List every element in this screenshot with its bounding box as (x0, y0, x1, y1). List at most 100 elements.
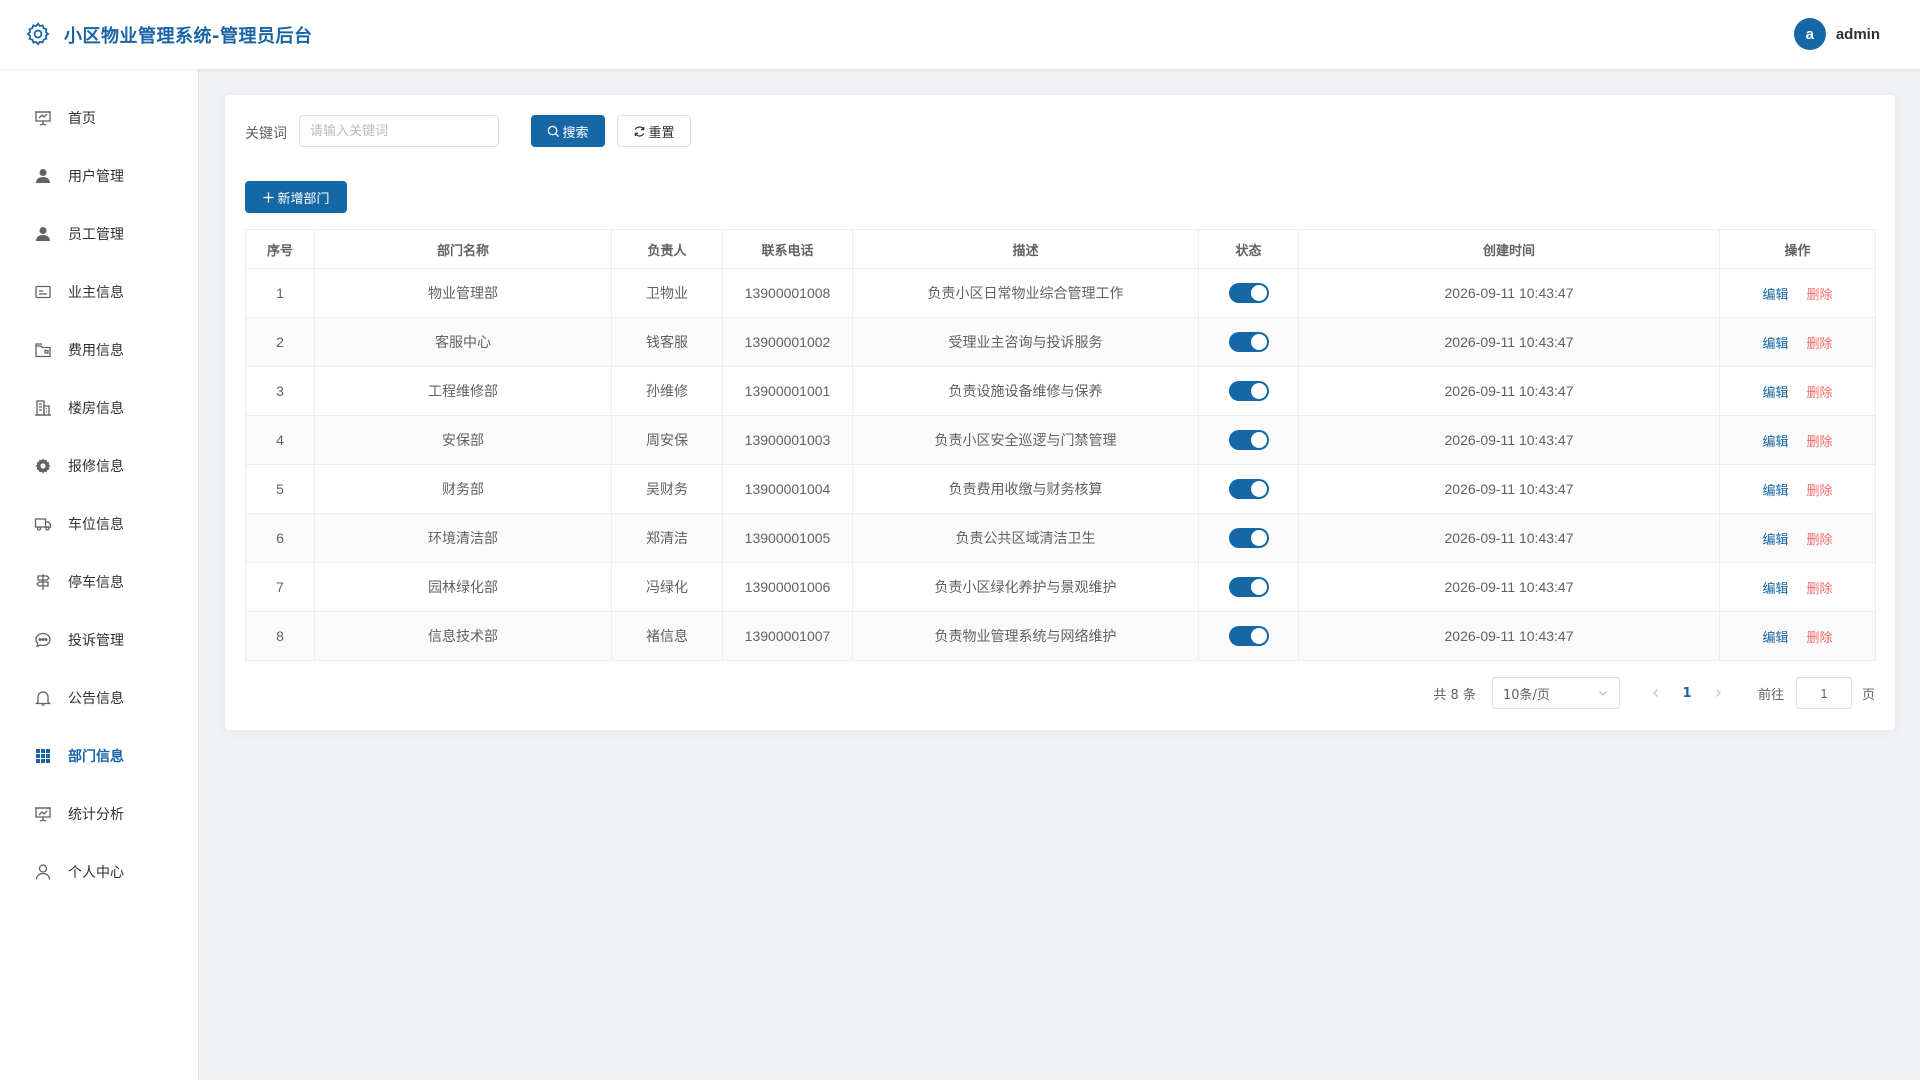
wallet-icon (34, 341, 52, 359)
cell-phone: 13900001002 (722, 317, 853, 367)
edit-button[interactable]: 编辑 (1762, 386, 1788, 401)
prev-page-button[interactable] (1644, 679, 1668, 707)
status-toggle[interactable] (1228, 479, 1269, 499)
cell-description: 负责小区日常物业综合管理工作 (852, 268, 1199, 318)
sidebar-item-label: 车位信息 (68, 517, 124, 533)
signpost-icon (34, 573, 52, 591)
cell-status (1198, 317, 1299, 367)
keyword-label: 关键词 (245, 126, 287, 142)
cell-created: 2026-09-11 10:43:47 (1298, 366, 1720, 416)
sidebar-item-complaints[interactable]: 投诉管理 (0, 611, 199, 669)
sidebar-item-label: 员工管理 (68, 227, 124, 243)
delete-button[interactable]: 删除 (1807, 631, 1833, 646)
toggle-knob (1250, 628, 1267, 644)
cell-actions: 编辑 删除 (1719, 268, 1876, 318)
sidebar-item-buildings[interactable]: 楼房信息 (0, 379, 199, 437)
username[interactable]: admin (1836, 26, 1880, 43)
sidebar-item-departments[interactable]: 部门信息 (0, 727, 199, 785)
sidebar-item-repairs[interactable]: 报修信息 (0, 437, 199, 495)
sidebar-item-fees[interactable]: 费用信息 (0, 321, 199, 379)
delete-button[interactable]: 删除 (1807, 288, 1833, 303)
user-outline-icon (34, 863, 52, 881)
goto-page-input[interactable] (1795, 677, 1852, 709)
sidebar-item-owners[interactable]: 业主信息 (0, 263, 199, 321)
status-toggle[interactable] (1228, 332, 1269, 352)
cell-name: 工程维修部 (314, 366, 612, 416)
toggle-knob (1250, 579, 1267, 595)
reset-button[interactable]: 重置 (617, 115, 691, 147)
status-toggle[interactable] (1228, 528, 1269, 548)
edit-button[interactable]: 编辑 (1762, 631, 1788, 646)
cell-description: 负责设施设备维修与保养 (852, 366, 1199, 416)
cell-status (1198, 562, 1299, 612)
user-filled-icon (34, 225, 52, 243)
cell-created: 2026-09-11 10:43:47 (1298, 464, 1720, 514)
edit-button[interactable]: 编辑 (1762, 484, 1788, 499)
cell-manager: 褚信息 (611, 611, 723, 661)
status-toggle[interactable] (1228, 577, 1269, 597)
user-menu[interactable]: a admin (1793, 18, 1880, 50)
cell-created: 2026-09-11 10:43:47 (1298, 415, 1720, 465)
next-page-button[interactable] (1706, 679, 1730, 707)
edit-button[interactable]: 编辑 (1762, 582, 1788, 597)
cell-manager: 钱客服 (611, 317, 723, 367)
cell-manager: 孙维修 (611, 366, 723, 416)
sidebar-item-staff[interactable]: 员工管理 (0, 205, 199, 263)
delete-button[interactable]: 删除 (1807, 484, 1833, 499)
cell-created: 2026-09-11 10:43:47 (1298, 562, 1720, 612)
sidebar-item-users[interactable]: 用户管理 (0, 147, 199, 205)
edit-button[interactable]: 编辑 (1762, 288, 1788, 303)
page-size-select[interactable]: 10条/页 (1491, 677, 1620, 709)
search-icon (547, 125, 560, 138)
add-department-button[interactable]: 新增部门 (245, 181, 347, 213)
search-button[interactable]: 搜索 (531, 115, 605, 147)
cell-phone: 13900001004 (722, 464, 853, 514)
cell-name: 财务部 (314, 464, 612, 514)
avatar[interactable]: a (1793, 18, 1826, 50)
edit-button[interactable]: 编辑 (1762, 435, 1788, 450)
delete-button[interactable]: 删除 (1807, 337, 1833, 352)
cell-actions: 编辑 删除 (1719, 464, 1876, 514)
cell-index: 3 (245, 366, 315, 416)
cell-status (1198, 611, 1299, 661)
sidebar-item-statistics[interactable]: 统计分析 (0, 785, 199, 843)
sidebar-item-profile[interactable]: 个人中心 (0, 843, 199, 901)
toggle-knob (1250, 285, 1267, 301)
page-number-current[interactable]: 1 (1672, 686, 1702, 701)
status-toggle[interactable] (1228, 283, 1269, 303)
sidebar-item-label: 投诉管理 (68, 633, 124, 649)
building-icon (34, 399, 52, 417)
delete-button[interactable]: 删除 (1807, 435, 1833, 450)
column-header: 状态 (1198, 229, 1299, 269)
delete-button[interactable]: 删除 (1807, 582, 1833, 597)
cell-created: 2026-09-11 10:43:47 (1298, 317, 1720, 367)
sidebar-item-parking[interactable]: 停车信息 (0, 553, 199, 611)
keyword-input[interactable] (299, 115, 499, 147)
delete-button[interactable]: 删除 (1807, 533, 1833, 548)
status-toggle[interactable] (1228, 626, 1269, 646)
status-toggle[interactable] (1228, 381, 1269, 401)
table-row: 6 环境清洁部 郑清洁 13900001005 负责公共区域清洁卫生 2026-… (245, 513, 1876, 563)
cell-status (1198, 268, 1299, 318)
sidebar-item-home[interactable]: 首页 (0, 89, 199, 147)
cell-description: 受理业主咨询与投诉服务 (852, 317, 1199, 367)
cell-created: 2026-09-11 10:43:47 (1298, 513, 1720, 563)
cell-actions: 编辑 删除 (1719, 611, 1876, 661)
status-toggle[interactable] (1228, 430, 1269, 450)
delete-button[interactable]: 删除 (1807, 386, 1833, 401)
edit-button[interactable]: 编辑 (1762, 337, 1788, 352)
cell-index: 2 (245, 317, 315, 367)
sidebar-item-parking-spaces[interactable]: 车位信息 (0, 495, 199, 553)
table-row: 3 工程维修部 孙维修 13900001001 负责设施设备维修与保养 2026… (245, 366, 1876, 416)
table-row: 5 财务部 吴财务 13900001004 负责费用收缴与财务核算 2026-0… (245, 464, 1876, 514)
sidebar-item-label: 首页 (68, 111, 96, 127)
sidebar-item-label: 楼房信息 (68, 401, 124, 417)
sidebar-item-label: 用户管理 (68, 169, 124, 185)
table-row: 8 信息技术部 褚信息 13900001007 负责物业管理系统与网络维护 20… (245, 611, 1876, 661)
cell-index: 4 (245, 415, 315, 465)
id-card-icon (34, 283, 52, 301)
edit-button[interactable]: 编辑 (1762, 533, 1788, 548)
sidebar-item-label: 报修信息 (68, 459, 124, 475)
sidebar-item-notices[interactable]: 公告信息 (0, 669, 199, 727)
sidebar-item-label: 费用信息 (68, 343, 124, 359)
